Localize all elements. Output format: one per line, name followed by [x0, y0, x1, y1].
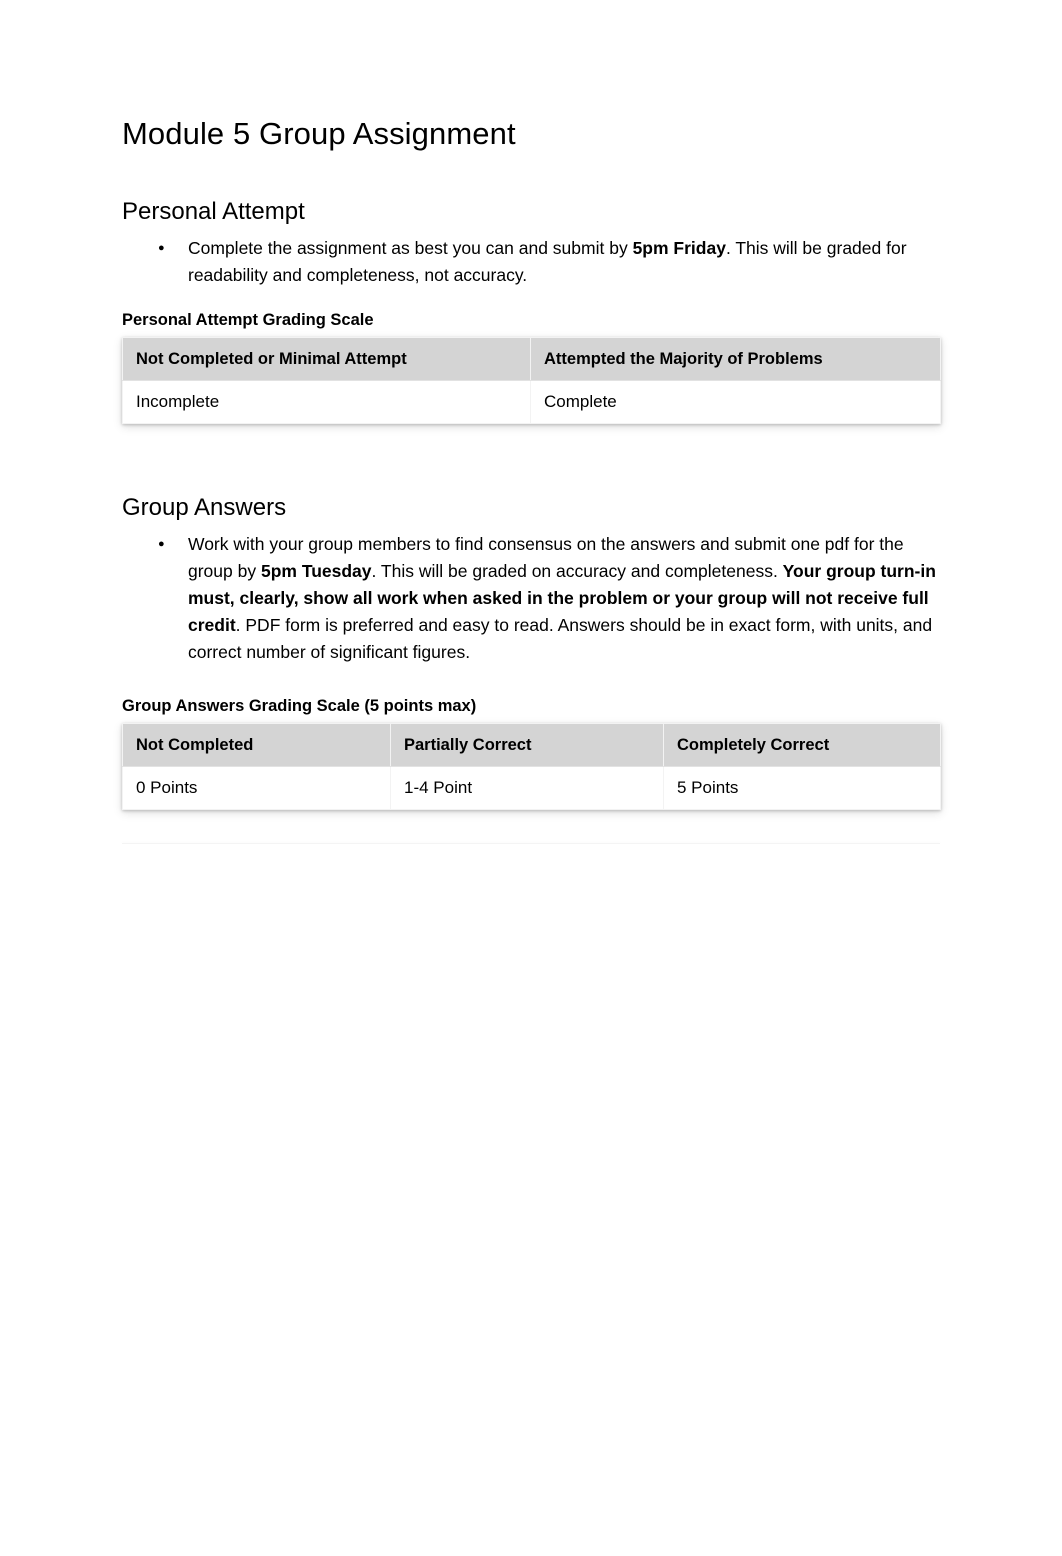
table-row: Incomplete Complete [122, 380, 941, 425]
bullet-text-segment: . PDF form is preferred and easy to read… [188, 615, 933, 663]
table-header-row: Not Completed Partially Correct Complete… [122, 723, 941, 768]
footer-divider [122, 843, 940, 844]
table-header-cell: Completely Correct [663, 723, 941, 768]
table-header-cell: Partially Correct [390, 723, 664, 768]
table-label-group-answers: Group Answers Grading Scale (5 points ma… [122, 697, 477, 716]
bullet-text-segment-bold: 5pm Tuesday [260, 561, 372, 582]
bullet-text-segment: Complete the assignment as best you can … [188, 238, 633, 259]
table-wrapper-group-answers: Not Completed Partially Correct Complete… [122, 723, 941, 811]
table-cell: 1-4 Point [390, 766, 664, 811]
table-row: 0 Points 1-4 Point 5 Points [122, 766, 941, 811]
bullet-text-segment-bold: 5pm Friday [632, 238, 726, 259]
table-header-cell: Not Completed [122, 723, 391, 768]
list-item: Work with your group members to find con… [122, 530, 940, 666]
table-cell: 5 Points [663, 766, 941, 811]
bullet-text-segment: . This will be graded on accuracy and co… [371, 561, 783, 582]
table-label-personal-attempt: Personal Attempt Grading Scale [122, 311, 374, 330]
table-cell: Complete [530, 380, 941, 425]
document-content: Module 5 Group Assignment Personal Attem… [122, 115, 941, 811]
document-page: Module 5 Group Assignment Personal Attem… [0, 0, 1062, 1556]
grading-table-personal-attempt: Not Completed or Minimal Attempt Attempt… [122, 337, 941, 425]
page-title: Module 5 Group Assignment [122, 116, 516, 151]
table-header-cell: Not Completed or Minimal Attempt [122, 337, 531, 382]
table-cell: 0 Points [122, 766, 391, 811]
bullet-list-personal-attempt: Complete the assignment as best you can … [122, 234, 940, 289]
table-header-row: Not Completed or Minimal Attempt Attempt… [122, 337, 941, 382]
list-item: Complete the assignment as best you can … [122, 234, 940, 289]
section-heading-group-answers: Group Answers [122, 494, 287, 522]
table-header-cell: Attempted the Majority of Problems [530, 337, 941, 382]
bullet-list-group-answers: Work with your group members to find con… [122, 530, 940, 666]
section-heading-personal-attempt: Personal Attempt [122, 198, 305, 226]
table-cell: Incomplete [122, 380, 531, 425]
grading-table-group-answers: Not Completed Partially Correct Complete… [122, 723, 941, 811]
table-wrapper-personal-attempt: Not Completed or Minimal Attempt Attempt… [122, 337, 941, 425]
